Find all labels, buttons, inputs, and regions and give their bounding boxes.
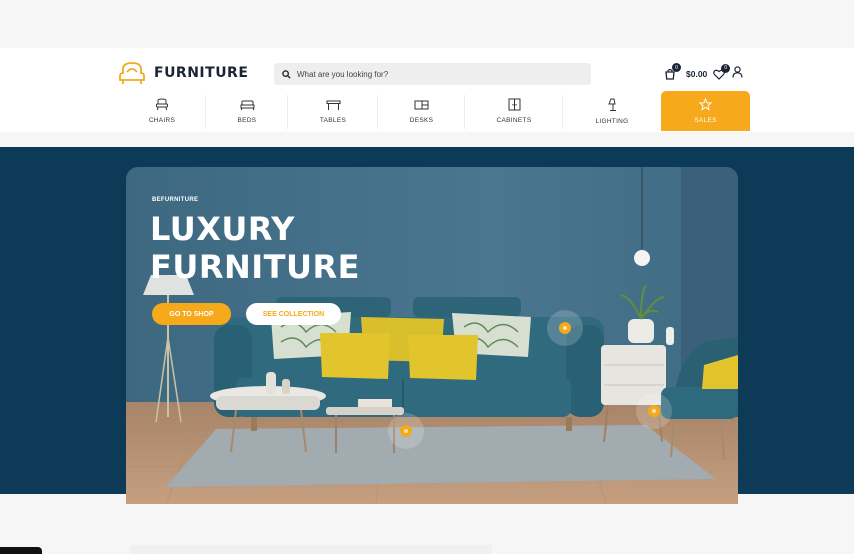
nav-label: BEDS (237, 116, 257, 124)
category-nav: CHAIRS BEDS TABLES DESKS CABINETS LIGHTI… (118, 91, 750, 131)
search-input[interactable] (297, 69, 577, 79)
product-hotspot[interactable] (547, 310, 583, 346)
hero-eyebrow: BEFURNITURE (152, 197, 199, 203)
product-hotspot[interactable] (636, 393, 672, 429)
cart-count-badge: 0 (672, 63, 681, 72)
see-collection-button[interactable]: SEE COLLECTION (246, 303, 341, 325)
search-icon (282, 69, 291, 79)
nav-item-desks[interactable]: DESKS (378, 91, 465, 131)
hero-banner: BEFURNITURE LUXURY FURNITURE GO TO SHOP … (126, 167, 738, 504)
account-button[interactable] (732, 65, 743, 83)
top-strip (0, 0, 854, 48)
nav-item-chairs[interactable]: CHAIRS (118, 91, 206, 131)
logo[interactable]: FURNITURE (118, 60, 248, 86)
cart-button[interactable]: 0 (664, 63, 681, 80)
go-to-shop-button[interactable]: GO TO SHOP (152, 303, 231, 325)
search-bar[interactable] (274, 63, 591, 85)
header-actions: 0 $0.00 0 (664, 63, 743, 83)
nav-label: TABLES (319, 116, 347, 124)
user-icon (732, 66, 743, 78)
hero-headline-line-2: FURNITURE (150, 248, 360, 286)
logo-text: FURNITURE (154, 65, 249, 81)
wishlist-button[interactable]: 0 (713, 63, 731, 80)
chair-icon (156, 98, 168, 111)
nav-label: DESKS (409, 116, 434, 124)
nav-label: CABINETS (496, 117, 532, 124)
hero-headline-line-1: LUXURY (150, 210, 295, 248)
hotspot-dot-icon (400, 425, 412, 437)
star-icon (699, 98, 712, 111)
nav-item-beds[interactable]: BEDS (206, 91, 288, 131)
nav-item-tables[interactable]: TABLES (288, 91, 378, 131)
next-section-preview (130, 545, 492, 554)
lamp-icon (608, 98, 616, 111)
cart-total[interactable]: $0.00 (686, 69, 707, 79)
table-icon (326, 100, 340, 110)
nav-item-sales[interactable]: SALES (661, 91, 750, 131)
hotspot-dot-icon (559, 322, 571, 334)
nav-label: CHAIRS (148, 117, 176, 124)
nav-item-cabinets[interactable]: CABINETS (465, 91, 563, 131)
bed-icon (240, 100, 254, 110)
nav-item-lighting[interactable]: LIGHTING (563, 91, 661, 131)
wishlist-count-badge: 0 (721, 63, 731, 73)
corner-widget[interactable] (0, 547, 42, 554)
nav-label: SALES (694, 117, 717, 124)
logo-chair-icon (119, 62, 145, 84)
product-hotspot[interactable] (388, 413, 424, 449)
hotspot-dot-icon (648, 405, 660, 417)
hero-headline: LUXURY FURNITURE (150, 210, 360, 286)
cabinet-icon (508, 98, 520, 111)
nav-label: LIGHTING (595, 117, 629, 125)
desk-icon (414, 100, 429, 109)
